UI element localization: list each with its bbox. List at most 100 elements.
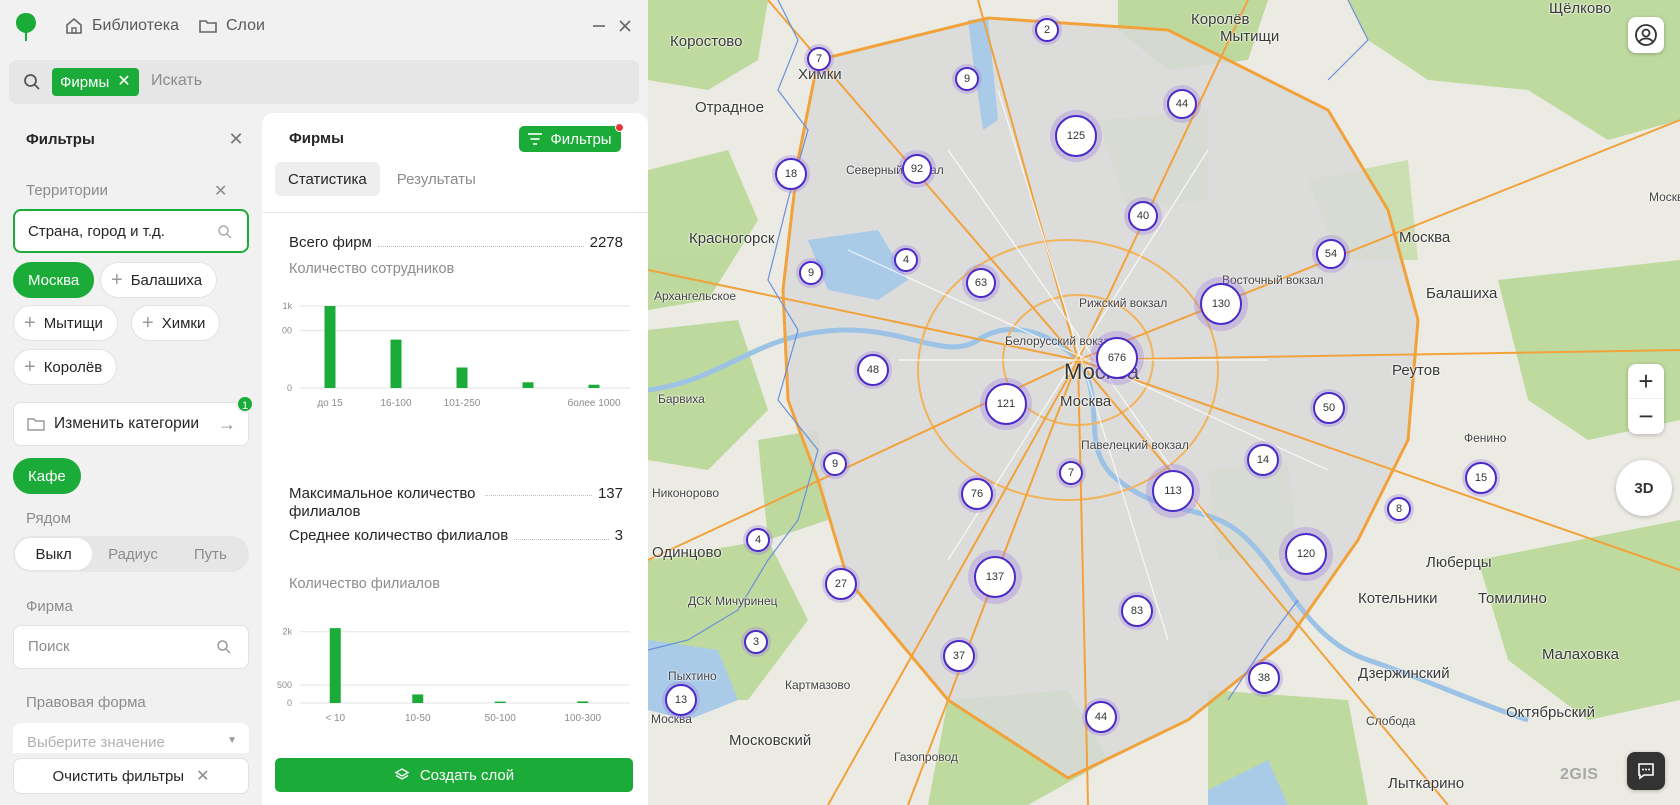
minimize-button[interactable] — [587, 14, 611, 38]
territory-input[interactable]: Страна, город и т.д. — [13, 209, 249, 253]
cluster-count: 83 — [1121, 595, 1153, 627]
territory-clear-icon[interactable]: ✕ — [214, 181, 227, 201]
city-chip-mytishchi[interactable]: + Мытищи — [13, 305, 118, 341]
map-cluster[interactable]: 92 — [898, 150, 936, 188]
nav-layers-label: Слои — [226, 17, 265, 34]
map-cluster[interactable]: 9 — [796, 258, 826, 288]
city-chip-moscow[interactable]: Москва — [13, 262, 95, 298]
create-layer-button[interactable]: Создать слой — [275, 758, 633, 792]
clear-filters-button[interactable]: Очистить фильтры ✕ — [13, 758, 249, 794]
cluster-count: 63 — [966, 268, 996, 298]
map-cluster[interactable]: 4 — [743, 525, 773, 555]
legal-form-select[interactable]: Выберите значение ▼ — [13, 723, 249, 753]
map-cluster[interactable]: 13 — [662, 681, 700, 719]
territory-label: Территории — [26, 182, 108, 199]
chart-bar — [390, 339, 402, 388]
cluster-count: 92 — [902, 154, 932, 184]
city-chip-balashikha[interactable]: + Балашиха — [100, 262, 218, 298]
3d-toggle-button[interactable]: 3D — [1616, 460, 1672, 516]
tab-results[interactable]: Результаты — [384, 162, 489, 196]
chip-remove-icon[interactable]: ✕ — [117, 74, 130, 90]
feedback-button[interactable] — [1627, 752, 1665, 790]
filters-button[interactable]: Фильтры — [519, 123, 624, 152]
close-button[interactable] — [613, 14, 637, 38]
total-firms-value: 2278 — [589, 234, 623, 251]
map-cluster[interactable]: 7 — [1056, 458, 1086, 488]
zoom-out-button[interactable]: − — [1628, 399, 1664, 434]
nav-layers[interactable]: Слои — [198, 14, 265, 38]
map-cluster[interactable]: 40 — [1124, 197, 1162, 235]
legal-form-label: Правовая форма — [26, 694, 146, 711]
left-panel: Библиотека Слои Фирмы ✕ Искать Фильтры ✕… — [0, 0, 648, 805]
map-cluster[interactable]: 27 — [822, 565, 860, 603]
cluster-count: 50 — [1313, 392, 1345, 424]
map-cluster[interactable]: 83 — [1118, 592, 1156, 630]
nearby-option-path[interactable]: Путь — [172, 536, 249, 572]
map-cluster[interactable]: 125 — [1050, 110, 1102, 162]
tab-statistics[interactable]: Статистика — [275, 162, 380, 196]
map-cluster[interactable]: 2 — [1032, 15, 1062, 45]
map-label: Малаховка — [1542, 646, 1619, 663]
map-cluster[interactable]: 63 — [962, 264, 1000, 302]
map-cluster[interactable]: 8 — [1384, 494, 1414, 524]
firm-search-input[interactable]: Поиск — [13, 625, 249, 669]
map-cluster[interactable]: 120 — [1279, 527, 1333, 581]
map[interactable]: Коростово Химки Королёв Мытищи Щёлково О… — [648, 0, 1680, 805]
map-cluster[interactable]: 18 — [772, 155, 810, 193]
map-cluster[interactable]: 38 — [1245, 659, 1283, 697]
map-cluster[interactable]: 113 — [1146, 464, 1200, 518]
map-cluster[interactable]: 54 — [1312, 235, 1350, 273]
city-chip-khimki[interactable]: + Химки — [131, 305, 221, 341]
cluster-count: 54 — [1316, 239, 1346, 269]
map-label: Дзержинский — [1358, 665, 1450, 682]
nav-library[interactable]: Библиотека — [64, 14, 179, 38]
map-cluster[interactable]: 15 — [1462, 459, 1500, 497]
cluster-count: 76 — [961, 478, 993, 510]
search-input[interactable]: Искать — [151, 72, 202, 90]
search-chip-firms[interactable]: Фирмы ✕ — [52, 68, 139, 96]
map-cluster[interactable]: 137 — [968, 550, 1022, 604]
map-cluster[interactable]: 14 — [1244, 441, 1282, 479]
map-cluster[interactable]: 9 — [820, 449, 850, 479]
leader-dots — [514, 539, 609, 540]
profile-button[interactable] — [1628, 17, 1664, 53]
search-bar[interactable]: Фирмы ✕ Искать — [9, 60, 639, 104]
map-label: Томилино — [1478, 590, 1547, 607]
branches-chart-title: Количество филиалов — [289, 576, 440, 592]
city-chip-korolev[interactable]: + Королёв — [13, 349, 118, 385]
map-cluster[interactable]: 3 — [741, 627, 771, 657]
plus-icon: + — [24, 312, 36, 334]
map-cluster[interactable]: 7 — [804, 44, 834, 74]
map-cluster[interactable]: 121 — [980, 378, 1032, 430]
cluster-count: 48 — [857, 354, 889, 386]
map-cluster[interactable]: 130 — [1194, 277, 1248, 331]
map-cluster[interactable]: 9 — [952, 64, 982, 94]
map-cluster[interactable]: 50 — [1310, 389, 1348, 427]
map-cluster[interactable]: 44 — [1163, 85, 1201, 123]
map-cluster[interactable]: 4 — [891, 245, 921, 275]
map-cluster[interactable]: 48 — [854, 351, 892, 389]
branches-chart: 0 500 2k < 10 10-50 50-100 100-300 — [277, 627, 630, 724]
cluster-count: 38 — [1248, 662, 1280, 694]
change-categories-button[interactable]: Изменить категории → — [13, 402, 249, 446]
logo-icon[interactable] — [15, 12, 37, 42]
chart-bar — [588, 384, 600, 388]
map-cluster[interactable]: 676 — [1090, 331, 1144, 385]
categories-count-badge: 1 — [236, 395, 254, 413]
zoom-in-button[interactable]: + — [1628, 364, 1664, 399]
layers-icon — [394, 768, 410, 780]
y-tick-label: 0 — [287, 383, 292, 393]
3d-label: 3D — [1634, 479, 1654, 497]
chart-bar — [324, 306, 336, 388]
map-cluster[interactable]: 44 — [1082, 698, 1120, 736]
map-cluster[interactable]: 37 — [940, 637, 978, 675]
map-cluster[interactable]: 76 — [958, 475, 996, 513]
nearby-option-off[interactable]: Выкл — [15, 538, 93, 570]
filters-close-icon[interactable]: ✕ — [226, 129, 246, 149]
chat-icon — [1638, 763, 1654, 780]
category-chip-cafe[interactable]: Кафе — [13, 458, 81, 494]
cluster-count: 9 — [955, 67, 979, 91]
map-label: Лыткарино — [1388, 775, 1465, 792]
leader-dots — [485, 495, 592, 496]
nearby-option-radius[interactable]: Радиус — [94, 536, 171, 572]
